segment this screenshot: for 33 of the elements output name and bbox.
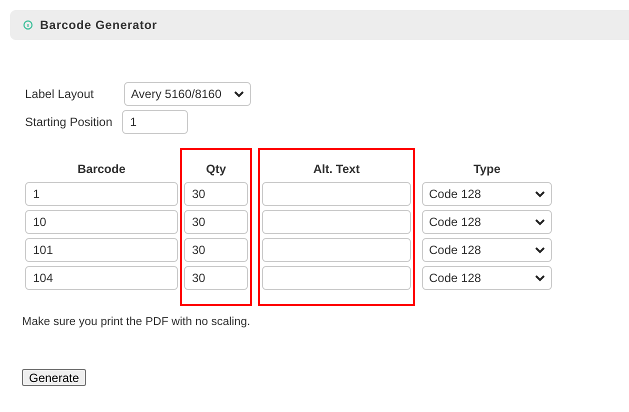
column-heading: Alt. Text <box>313 161 360 178</box>
input-field[interactable]: 10 <box>25 210 178 234</box>
note-text: Make sure you print the PDF with no scaling. <box>21 315 252 330</box>
input-field[interactable]: 1 <box>122 110 188 134</box>
page-title: Barcode Generator <box>40 17 158 34</box>
input-field[interactable]: 30 <box>184 266 248 290</box>
input-field[interactable]: 101 <box>25 238 178 262</box>
column-heading: Type <box>473 161 501 178</box>
dropdown[interactable]: Code 128 <box>422 182 552 206</box>
dropdown[interactable]: Code 128 <box>422 210 552 234</box>
input-field[interactable]: 30 <box>184 238 248 262</box>
chevron-down-icon <box>535 246 545 254</box>
input-field[interactable]: 30 <box>184 210 248 234</box>
dropdown[interactable]: Code 128 <box>422 238 552 262</box>
chevron-down-icon <box>535 218 545 226</box>
column-heading: Barcode <box>77 161 126 178</box>
chevron-down-icon <box>234 90 244 98</box>
dropdown[interactable]: Avery 5160/8160 <box>124 82 251 106</box>
generate-button[interactable]: Generate <box>22 369 86 386</box>
info-icon <box>23 20 33 30</box>
input-field[interactable] <box>262 210 411 234</box>
dropdown[interactable]: Code 128 <box>422 266 552 290</box>
field-label: Label Layout <box>25 86 95 103</box>
input-field[interactable]: 104 <box>25 266 178 290</box>
chevron-down-icon <box>535 274 545 282</box>
input-field[interactable] <box>262 266 411 290</box>
column-heading: Qty <box>206 161 226 178</box>
input-field[interactable]: 30 <box>184 182 248 206</box>
chevron-down-icon <box>535 190 545 198</box>
input-field[interactable] <box>262 238 411 262</box>
field-label: Starting Position <box>25 114 114 131</box>
input-field[interactable] <box>262 182 411 206</box>
input-field[interactable]: 1 <box>25 182 178 206</box>
